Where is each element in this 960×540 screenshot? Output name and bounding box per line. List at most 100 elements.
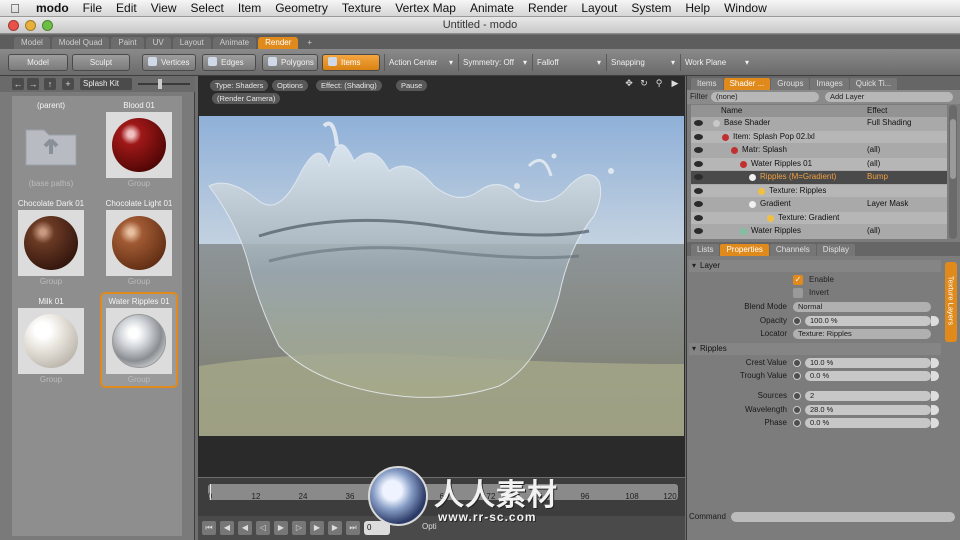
ripples-section-header[interactable]: Ripples [689,343,941,355]
menu-geometry[interactable]: Geometry [269,1,336,15]
render-camera-button[interactable]: (Render Camera) [212,93,281,104]
menu-select[interactable]: Select [185,1,232,15]
rotate-icon[interactable]: ↻ [639,78,649,88]
next-frame-icon[interactable]: ▶ [310,521,324,535]
zoom-icon[interactable]: ⚲ [654,78,664,88]
snapping-dropdown[interactable]: Snapping [606,54,678,71]
go-to-start-icon[interactable]: ⏮ [202,521,216,535]
play-icon[interactable]: ▶ [274,521,288,535]
tab-render[interactable]: Render [258,37,299,49]
edges-button[interactable]: Edges [202,54,256,71]
visibility-eye-icon[interactable] [694,214,703,221]
sources-field[interactable]: 2 [805,391,931,401]
phase-animate-dot[interactable] [793,419,801,427]
layer-effect[interactable]: (all) [867,158,880,171]
step-back-icon[interactable]: ◁ [256,521,270,535]
kit-dropdown[interactable]: Splash Kit [80,78,132,90]
visibility-eye-icon[interactable] [694,201,703,207]
items-button[interactable]: Items [322,54,380,71]
shader-tree-row[interactable]: Texture: Ripples [691,184,947,197]
apple-icon[interactable]:  [0,1,30,16]
symmetry-dropdown[interactable]: Symmetry: Off [458,54,530,71]
menu-vertex-map[interactable]: Vertex Map [389,1,464,15]
step-forward-icon[interactable]: ▷ [292,521,306,535]
go-to-end-icon[interactable]: ⏭ [346,521,360,535]
menu-animate[interactable]: Animate [464,1,522,15]
play-arrow-icon[interactable]: ▶ [670,78,680,88]
enable-checkbox[interactable]: ✓ [793,275,803,285]
preset-chocolate-light[interactable]: Chocolate Light 01 Group [102,196,176,288]
forward-arrow-icon[interactable]: → [27,78,39,90]
shader-tree-row[interactable]: Base Shader Full Shading [691,117,947,130]
opacity-field[interactable]: 100.0 % [805,316,931,326]
tab-images[interactable]: Images [810,78,849,90]
visibility-eye-icon[interactable] [694,187,703,194]
sources-animate-dot[interactable] [793,392,801,400]
menu-file[interactable]: File [77,1,110,15]
scrollbar-thumb[interactable] [950,119,956,179]
polygons-button[interactable]: Polygons [262,54,318,71]
add-layer-dropdown[interactable]: Add Layer [825,92,953,102]
tab-animate[interactable]: Animate [212,37,257,49]
shader-tree-row[interactable]: Item: Splash Pop 02.lxl [691,130,947,143]
sources-stepper[interactable] [931,391,939,401]
crest-value-field[interactable]: 10.0 % [805,358,931,368]
wavelength-field[interactable]: 28.0 % [805,405,931,415]
crest-stepper[interactable] [931,358,939,368]
sculpt-mode-button[interactable]: Sculpt [72,54,130,71]
visibility-eye-icon[interactable] [694,133,703,140]
thumbnail-size-slider[interactable] [138,79,190,89]
effect-dropdown[interactable]: Effect: (Shading) [316,80,382,91]
shader-tree-row[interactable]: Water Ripples (all) [691,225,947,238]
options-button[interactable]: Options [272,80,308,91]
opacity-stepper[interactable] [931,316,939,326]
menu-window[interactable]: Window [718,1,775,15]
locator-dropdown[interactable]: Texture: Ripples [793,329,931,339]
visibility-eye-icon[interactable] [694,174,703,180]
menu-texture[interactable]: Texture [336,1,389,15]
tab-shader-tree[interactable]: Shader ... [723,78,771,90]
menu-item[interactable]: Item [232,1,269,15]
tab-model-quad[interactable]: Model Quad [51,37,110,49]
visibility-eye-icon[interactable] [694,147,703,153]
command-input[interactable] [731,512,955,522]
wavelength-animate-dot[interactable] [793,406,801,414]
model-mode-button[interactable]: Model [8,54,68,71]
menu-render[interactable]: Render [522,1,575,15]
tab-display[interactable]: Display [816,244,855,256]
tab-paint[interactable]: Paint [111,37,144,49]
previous-key-icon[interactable]: ◀ [220,521,234,535]
menu-layout[interactable]: Layout [575,1,625,15]
shader-tree-row[interactable]: Matr: Splash (all) [691,144,947,157]
action-center-dropdown[interactable]: Action Center [384,54,456,71]
phase-stepper[interactable] [931,418,939,428]
preset-chocolate-dark[interactable]: Chocolate Dark 01 Group [14,196,88,288]
visibility-eye-icon[interactable] [694,160,703,167]
column-effect[interactable]: Effect [867,106,887,115]
layer-effect[interactable]: Bump [867,171,888,184]
layer-effect[interactable]: Layer Mask [867,198,908,211]
trough-stepper[interactable] [931,371,939,381]
tab-groups[interactable]: Groups [771,78,810,90]
previous-frame-icon[interactable]: ◀ [238,521,252,535]
layer-section-header[interactable]: Layer [689,260,941,272]
shader-tree-row[interactable]: Texture: Gradient [691,211,947,224]
blend-mode-dropdown[interactable]: Normal [793,302,931,312]
opacity-animate-dot[interactable] [793,317,801,325]
tab-quick-tips[interactable]: Quick Ti... [849,78,898,90]
preset-parent[interactable]: (parent) (base paths) [14,98,88,190]
playhead[interactable] [210,484,211,500]
work-plane-dropdown[interactable]: Work Plane [680,54,752,71]
visibility-eye-icon[interactable] [694,228,703,234]
parent-folder-icon[interactable]: ↑ [44,78,56,90]
falloff-dropdown[interactable]: Falloff [532,54,604,71]
layer-effect[interactable]: (all) [867,225,880,238]
filter-dropdown[interactable]: (none) [711,92,819,102]
preset-water-ripples[interactable]: Water Ripples 01 Group [100,292,178,388]
layer-effect[interactable]: (all) [867,144,880,157]
menu-view[interactable]: View [145,1,185,15]
pause-button[interactable]: Pause [396,80,428,91]
menu-help[interactable]: Help [679,1,718,15]
phase-field[interactable]: 0.0 % [805,418,931,428]
tab-model[interactable]: Model [14,37,50,49]
